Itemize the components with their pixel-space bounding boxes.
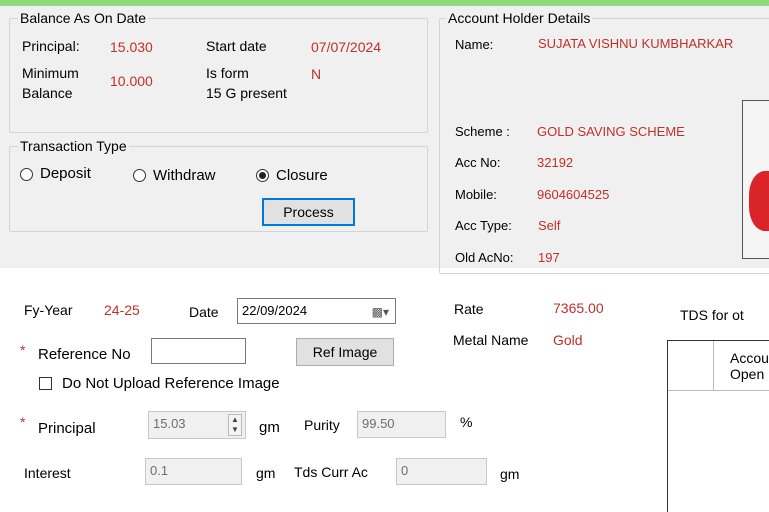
stepper-arrows-icon[interactable]: ▲ ▼: [228, 414, 242, 436]
metal-name-value: Gold: [553, 332, 583, 348]
deposit-radio-label[interactable]: Deposit: [40, 165, 91, 182]
fy-year-value: 24-25: [104, 302, 140, 318]
date-label: Date: [189, 304, 219, 320]
withdraw-radio-label[interactable]: Withdraw: [153, 167, 216, 184]
old-acno-label: Old AcNo:: [455, 250, 514, 265]
reference-required-mark: *: [20, 342, 26, 358]
tds-grid[interactable]: Accou Open: [667, 340, 769, 512]
purity-label: Purity: [304, 417, 340, 433]
grid-column-header-line1[interactable]: Accou: [730, 350, 769, 366]
holder-group: Account Holder Details: [439, 10, 769, 274]
closure-radio[interactable]: [256, 169, 269, 182]
principal-label: Principal:: [22, 38, 80, 54]
rate-label: Rate: [454, 301, 484, 317]
closure-radio-label[interactable]: Closure: [276, 167, 328, 184]
grid-row-header-cell: [668, 341, 714, 391]
photo-portrait: [749, 171, 769, 231]
purity-percent-unit: %: [460, 414, 473, 430]
reference-no-label: Reference No: [38, 346, 131, 363]
principal-stepper[interactable]: 15.03 ▲ ▼: [148, 411, 246, 439]
date-value[interactable]: 22/09/2024: [242, 303, 307, 318]
min-balance-value: 10.000: [110, 73, 153, 89]
grid-header-row: Accou Open: [668, 341, 769, 391]
acc-type-value: Self: [538, 218, 561, 233]
holder-group-title: Account Holder Details: [446, 10, 593, 26]
rate-value: 7365.00: [553, 300, 604, 316]
tds-label: TDS for ot: [680, 307, 744, 323]
interest-input[interactable]: 0.1: [145, 458, 242, 485]
transaction-group-title: Transaction Type: [18, 138, 129, 154]
transaction-group: Transaction Type: [9, 138, 428, 232]
purity-input[interactable]: 99.50: [357, 411, 446, 438]
balance-group-title: Balance As On Date: [18, 10, 149, 26]
scheme-label: Scheme :: [455, 124, 510, 139]
ref-image-button[interactable]: Ref Image: [296, 338, 394, 366]
start-date-value: 07/07/2024: [311, 39, 382, 55]
mobile-label: Mobile:: [455, 187, 497, 202]
acc-no-value: 32192: [537, 155, 574, 170]
calendar-dropdown-icon[interactable]: ▩▾: [372, 303, 389, 321]
tds-curr-label: Tds Curr Ac: [294, 464, 368, 480]
principal-gm-unit: gm: [259, 419, 280, 436]
holder-name-value: SUJATA VISHNU KUMBHARKAR: [538, 36, 734, 51]
mobile-value: 9604604525: [537, 187, 610, 202]
principal-input-label: Principal: [38, 420, 96, 437]
fy-year-label: Fy-Year: [24, 302, 73, 318]
date-picker[interactable]: 22/09/2024 ▩▾: [237, 298, 396, 324]
deposit-radio[interactable]: [20, 168, 33, 181]
min-balance-label-1: Minimum: [22, 65, 79, 81]
is-form-label-2: 15 G present: [206, 85, 287, 101]
process-button[interactable]: Process: [262, 198, 355, 226]
grid-column-header-line2[interactable]: Open: [730, 366, 764, 382]
withdraw-radio[interactable]: [133, 169, 146, 182]
principal-value: 15.030: [110, 39, 153, 55]
start-date-label: Start date: [206, 38, 267, 54]
principal-required-mark: *: [20, 414, 26, 430]
min-balance-label-2: Balance: [22, 85, 73, 101]
scheme-value: GOLD SAVING SCHEME: [537, 124, 685, 139]
metal-name-label: Metal Name: [453, 332, 529, 348]
interest-label: Interest: [24, 465, 71, 481]
no-upload-label[interactable]: Do Not Upload Reference Image: [62, 375, 280, 392]
principal-stepper-value[interactable]: 15.03: [153, 416, 186, 431]
is-form-value: N: [311, 66, 322, 82]
tds-gm-unit: gm: [500, 466, 520, 482]
acc-no-label: Acc No:: [455, 155, 501, 170]
holder-name-label: Name:: [455, 37, 494, 52]
is-form-label-1: Is form: [206, 65, 249, 81]
tds-curr-input[interactable]: 0: [396, 458, 487, 485]
reference-no-input[interactable]: [151, 338, 246, 364]
interest-gm-unit: gm: [256, 465, 276, 481]
holder-photo: [742, 100, 769, 259]
no-upload-checkbox[interactable]: [39, 377, 52, 390]
acc-type-label: Acc Type:: [455, 218, 512, 233]
old-acno-value: 197: [538, 250, 560, 265]
